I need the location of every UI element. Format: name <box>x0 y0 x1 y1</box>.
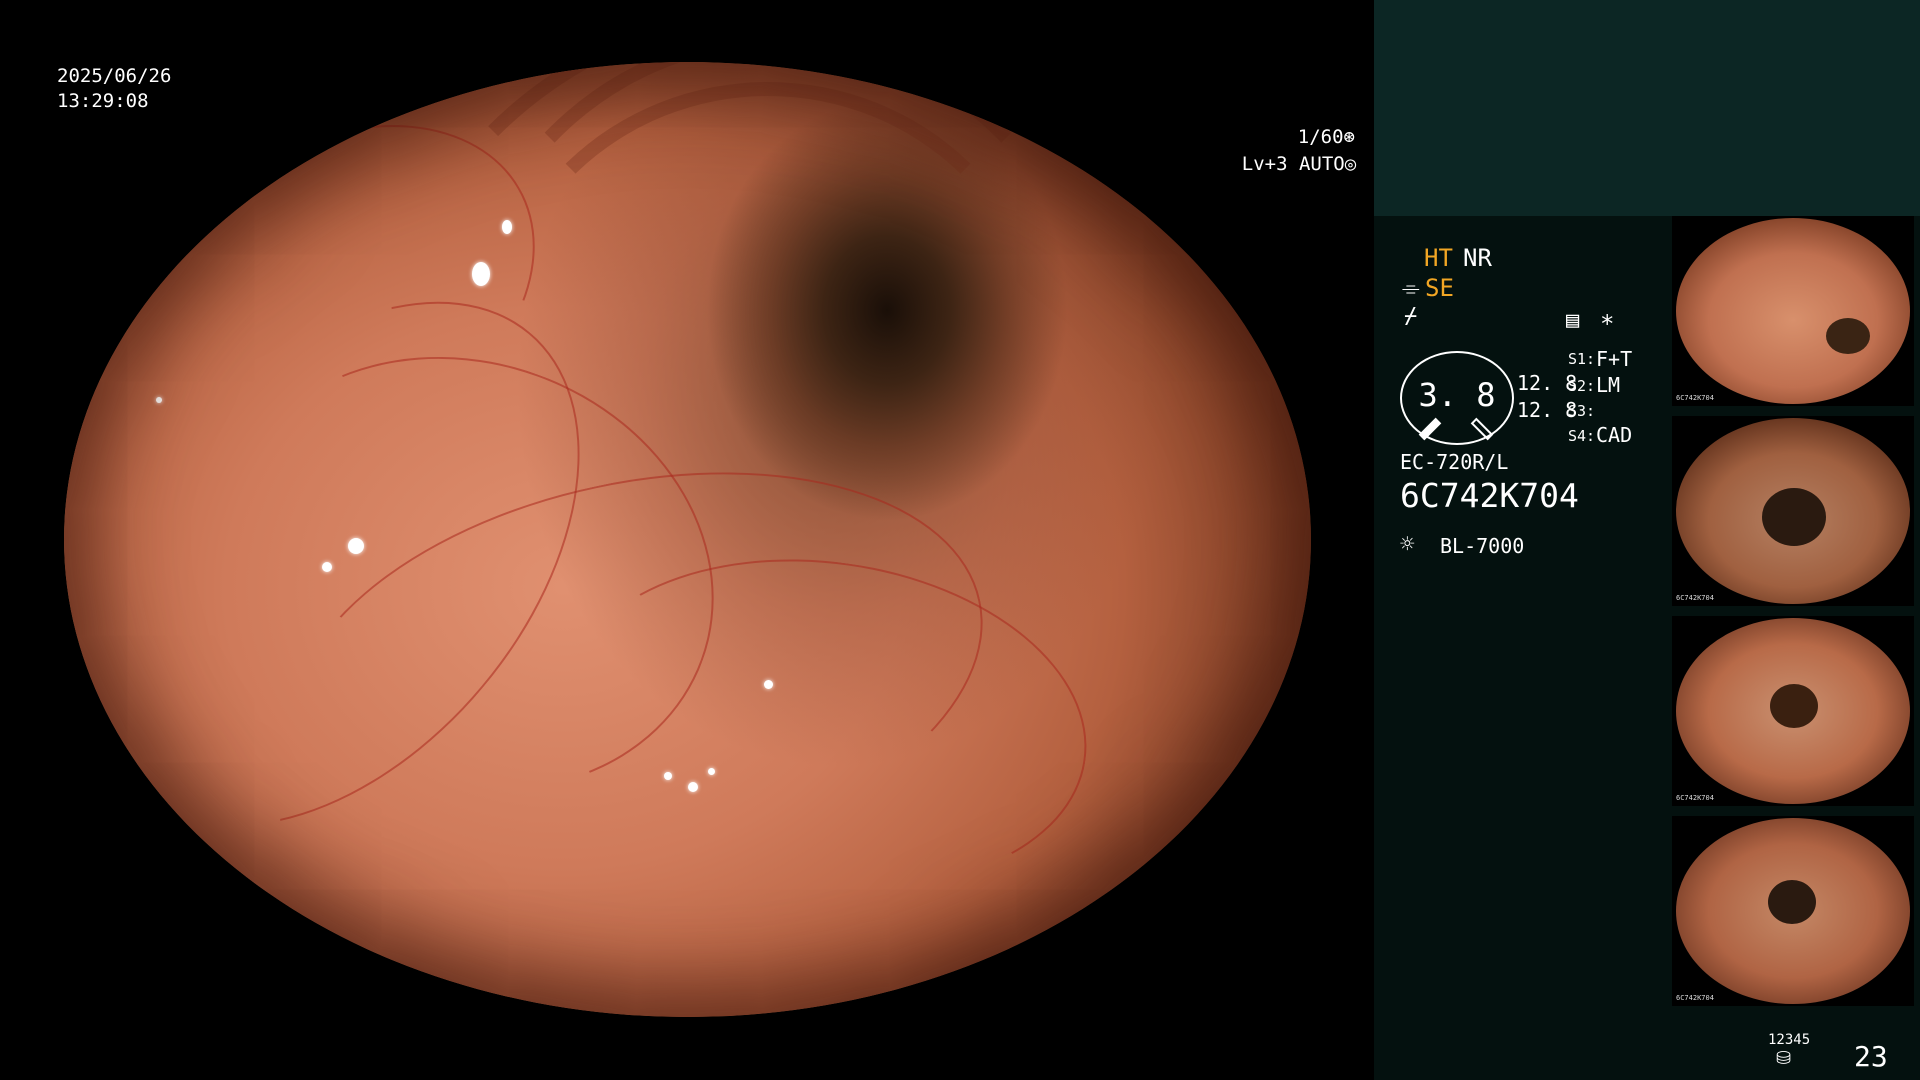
scope-model: EC-720R/L <box>1400 450 1509 474</box>
thumbnail-3[interactable]: 6C742K704 <box>1672 616 1914 806</box>
specular-highlight <box>664 772 672 780</box>
gauge-needle-left <box>1418 417 1442 441</box>
switch-2-key: S2: <box>1568 377 1596 395</box>
thumbnail-caption: 6C742K704 <box>1676 794 1714 802</box>
panel-header-area <box>1374 0 1920 216</box>
switch-2-value: LM <box>1596 373 1621 397</box>
mucosal-fold <box>484 82 1052 630</box>
specular-highlight <box>708 768 715 775</box>
specular-highlight <box>322 998 334 1006</box>
specular-highlight <box>156 397 162 403</box>
specular-highlight <box>348 538 364 554</box>
thumbnail-2[interactable]: 6C742K704 <box>1672 416 1914 606</box>
light-source-icon: ☼ <box>1400 530 1415 558</box>
thumbnail-image <box>1676 418 1910 604</box>
mucosal-fold <box>364 62 1212 850</box>
se-label: SE <box>1425 274 1454 302</box>
specular-highlight <box>764 680 773 689</box>
mucosal-fold <box>444 62 1112 740</box>
switch-3-key: S3: <box>1568 402 1596 420</box>
lumen <box>1768 880 1816 924</box>
vessel <box>251 413 1021 935</box>
specular-highlight <box>502 220 512 234</box>
pump-icon: ⌯ <box>1402 276 1420 301</box>
image-count: 23 <box>1854 1040 1888 1073</box>
magnification-gauge: 3. 8 <box>1400 351 1514 445</box>
thumbnail-caption: 6C742K704 <box>1676 994 1714 1002</box>
thumbnail-image <box>1676 618 1910 804</box>
endoscopic-image <box>64 62 1311 1017</box>
main-endoscope-view: 2025/06/26 13:29:08 1/60⊛ Lv+3 AUTO◎ <box>0 0 1374 1080</box>
date-label: 2025/06/26 <box>57 65 172 87</box>
lumen <box>1770 684 1818 728</box>
vessel <box>156 288 776 860</box>
brightness-label: Lv+3 AUTO◎ <box>1196 127 1356 202</box>
switch-1-key: S1: <box>1568 350 1596 368</box>
light-source-label: BL-7000 <box>1440 534 1525 558</box>
brightness-value: Lv+3 AUTO <box>1241 153 1345 175</box>
database-icon: ⛁ <box>1776 1048 1792 1069</box>
freeze-icon: ⌿ <box>1404 304 1418 329</box>
specular-highlight <box>472 262 490 286</box>
lumen <box>1762 488 1826 546</box>
thumbnail-1[interactable]: 6C742K704 <box>1672 216 1914 406</box>
specular-highlight <box>688 782 698 792</box>
gauge-needle-right <box>1470 417 1494 441</box>
ht-label: HT <box>1424 244 1453 272</box>
switch-1-value: F+T <box>1596 347 1633 371</box>
switch-4-key: S4: <box>1568 427 1596 445</box>
thumbnail-image <box>1676 818 1910 1004</box>
vessel <box>544 527 1108 921</box>
storage-label: 12345 <box>1768 1032 1811 1048</box>
gauge-value: 3. 8 <box>1418 376 1496 414</box>
time-label: 13:29:08 <box>57 90 149 112</box>
thumbnail-caption: 6C742K704 <box>1676 394 1714 402</box>
scope-serial: 6C742K704 <box>1400 476 1579 515</box>
thumbnail-caption: 6C742K704 <box>1676 594 1714 602</box>
vessel <box>64 209 678 919</box>
switch-4-value: CAD <box>1596 423 1633 447</box>
lumen <box>1826 318 1870 354</box>
nr-label: NR <box>1463 244 1492 272</box>
star-label: * <box>1600 310 1615 338</box>
iris-icon: ◎ <box>1344 153 1357 175</box>
specular-highlight <box>322 562 332 572</box>
thumbnail-4[interactable]: 6C742K704 <box>1672 816 1914 1006</box>
vessel <box>76 62 596 532</box>
document-icon: ▤ <box>1566 308 1580 333</box>
thumbnail-image <box>1676 218 1910 404</box>
